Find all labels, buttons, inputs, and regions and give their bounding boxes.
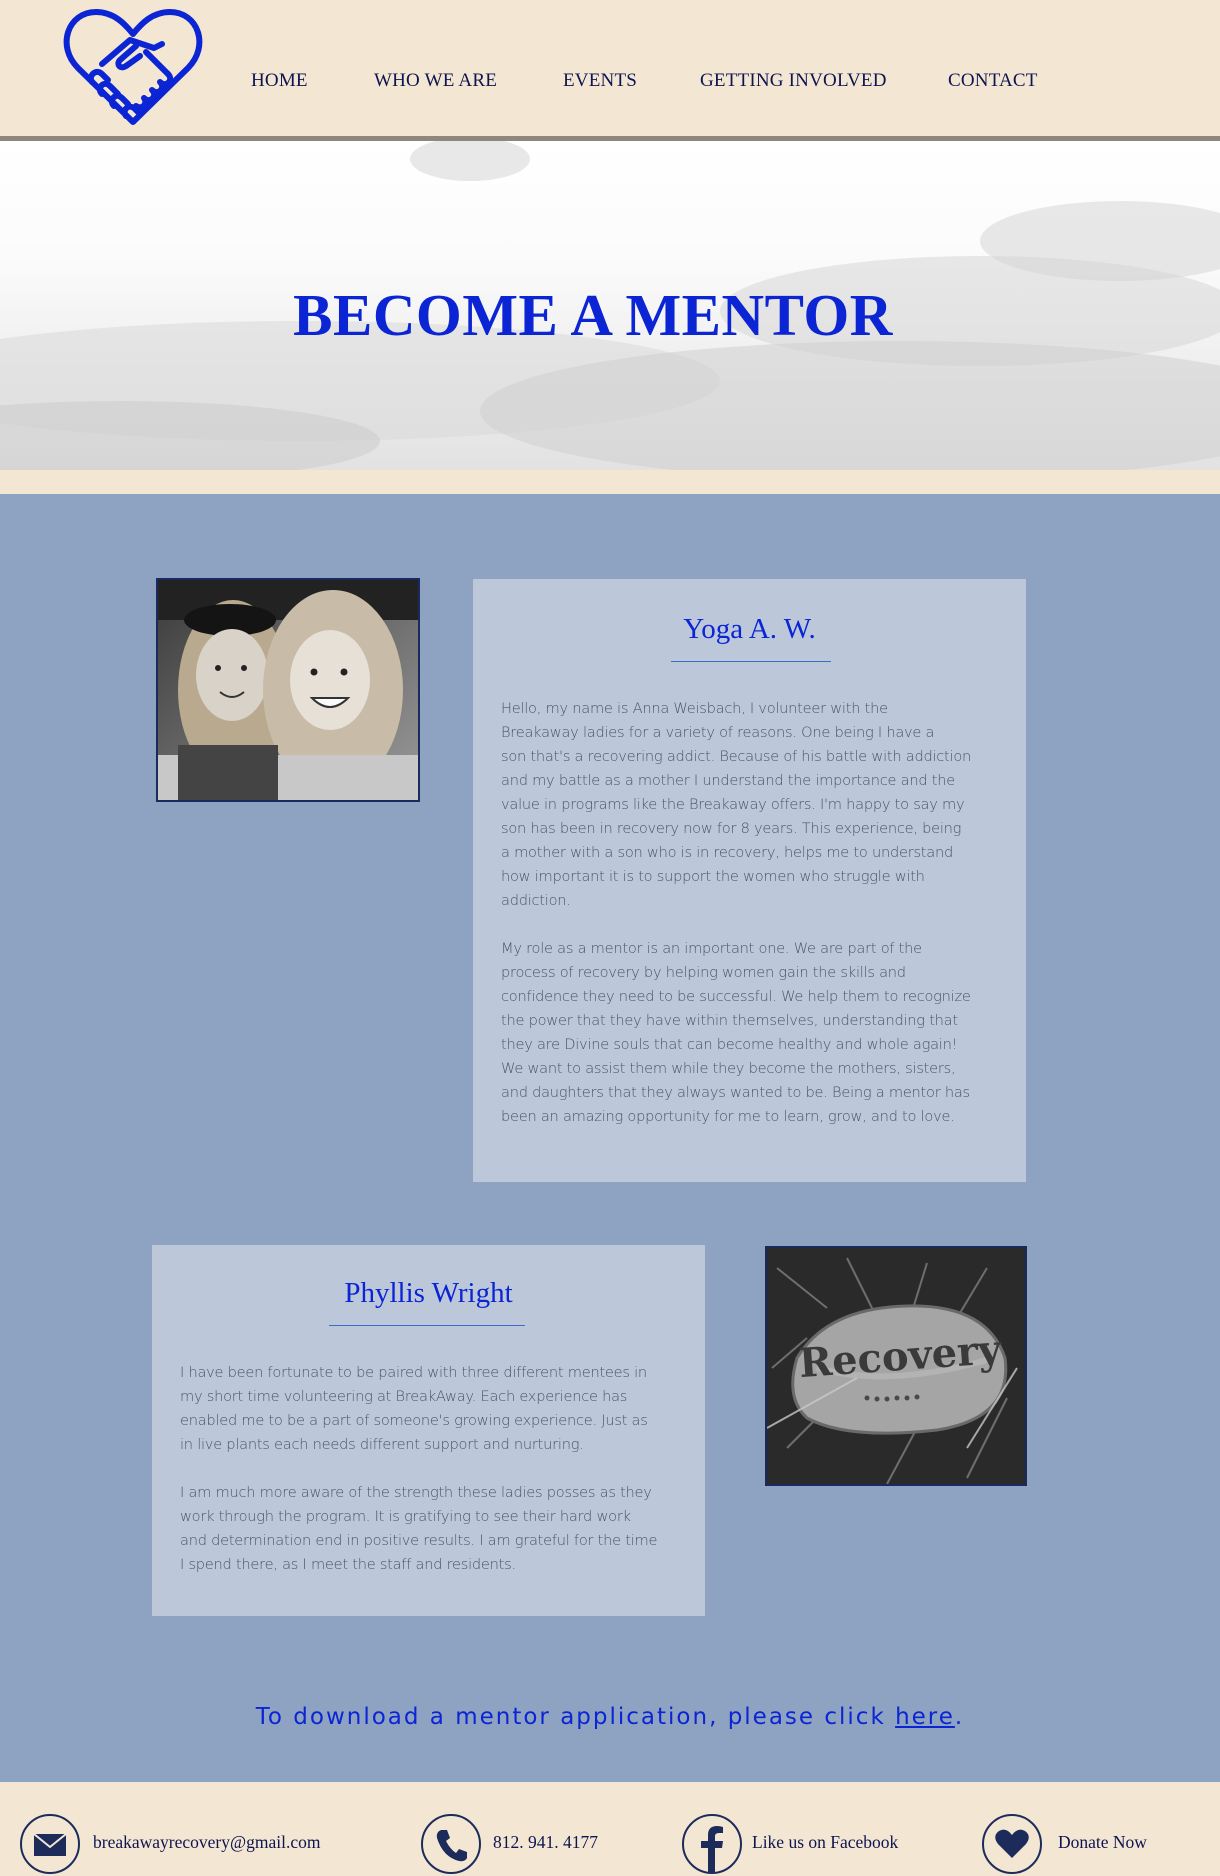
- footer-donate[interactable]: Donate Now: [982, 1814, 1192, 1874]
- page-title: BECOME A MENTOR: [293, 282, 893, 348]
- recovery-rock-photo: Recovery: [765, 1246, 1027, 1486]
- phone-icon[interactable]: [421, 1814, 481, 1874]
- mentor-name: Phyllis Wright: [344, 1277, 513, 1309]
- nav-contact[interactable]: CONTACT: [948, 70, 1038, 92]
- download-application-text: To download a mentor application, please…: [255, 1704, 965, 1730]
- mentor-bio-paragraph: I have been fortunate to be paired with …: [180, 1364, 648, 1453]
- mentor-bio-paragraph: Hello, my name is Anna Weisbach, I volun…: [501, 700, 972, 909]
- footer-phone[interactable]: 812. 941. 4177: [421, 1814, 621, 1874]
- footer-donate-text[interactable]: Donate Now: [1058, 1832, 1147, 1853]
- footer-email[interactable]: breakawayrecovery@gmail.com: [20, 1814, 340, 1874]
- nav-who-we-are[interactable]: WHO WE ARE: [374, 70, 497, 92]
- nav-events[interactable]: EVENTS: [563, 70, 637, 92]
- site-header: HOME WHO WE ARE EVENTS GETTING INVOLVED …: [0, 0, 1220, 137]
- selfie-two-women-photo: [156, 578, 420, 802]
- footer-facebook-text[interactable]: Like us on Facebook: [752, 1832, 898, 1853]
- site-footer: breakawayrecovery@gmail.com 812. 941. 41…: [0, 1782, 1220, 1876]
- hero-banner: BECOME A MENTOR: [0, 141, 1220, 470]
- mentor-bio-paragraph: I am much more aware of the strength the…: [180, 1484, 658, 1573]
- facebook-icon[interactable]: [682, 1814, 742, 1874]
- nav-home[interactable]: HOME: [251, 70, 308, 92]
- envelope-icon[interactable]: [20, 1814, 80, 1874]
- mentor-card-phyllis: Phyllis Wright I have been fortunate to …: [152, 1245, 705, 1616]
- hero-bottom-strip: [0, 470, 1220, 494]
- heart-icon[interactable]: [982, 1814, 1042, 1874]
- name-underline: [329, 1325, 525, 1326]
- name-underline: [671, 661, 831, 662]
- mentor-bio-paragraph: My role as a mentor is an important one.…: [501, 940, 971, 1125]
- heart-handshake-logo[interactable]: [62, 4, 204, 130]
- download-here-link[interactable]: here: [895, 1704, 955, 1730]
- footer-facebook[interactable]: Like us on Facebook: [682, 1814, 922, 1874]
- footer-email-text[interactable]: breakawayrecovery@gmail.com: [93, 1832, 320, 1853]
- mentor-name: Yoga A. W.: [683, 613, 816, 645]
- footer-phone-text[interactable]: 812. 941. 4177: [493, 1832, 598, 1853]
- nav-getting-involved[interactable]: GETTING INVOLVED: [700, 70, 887, 92]
- mentor-card-yoga: Yoga A. W. Hello, my name is Anna Weisba…: [473, 579, 1026, 1182]
